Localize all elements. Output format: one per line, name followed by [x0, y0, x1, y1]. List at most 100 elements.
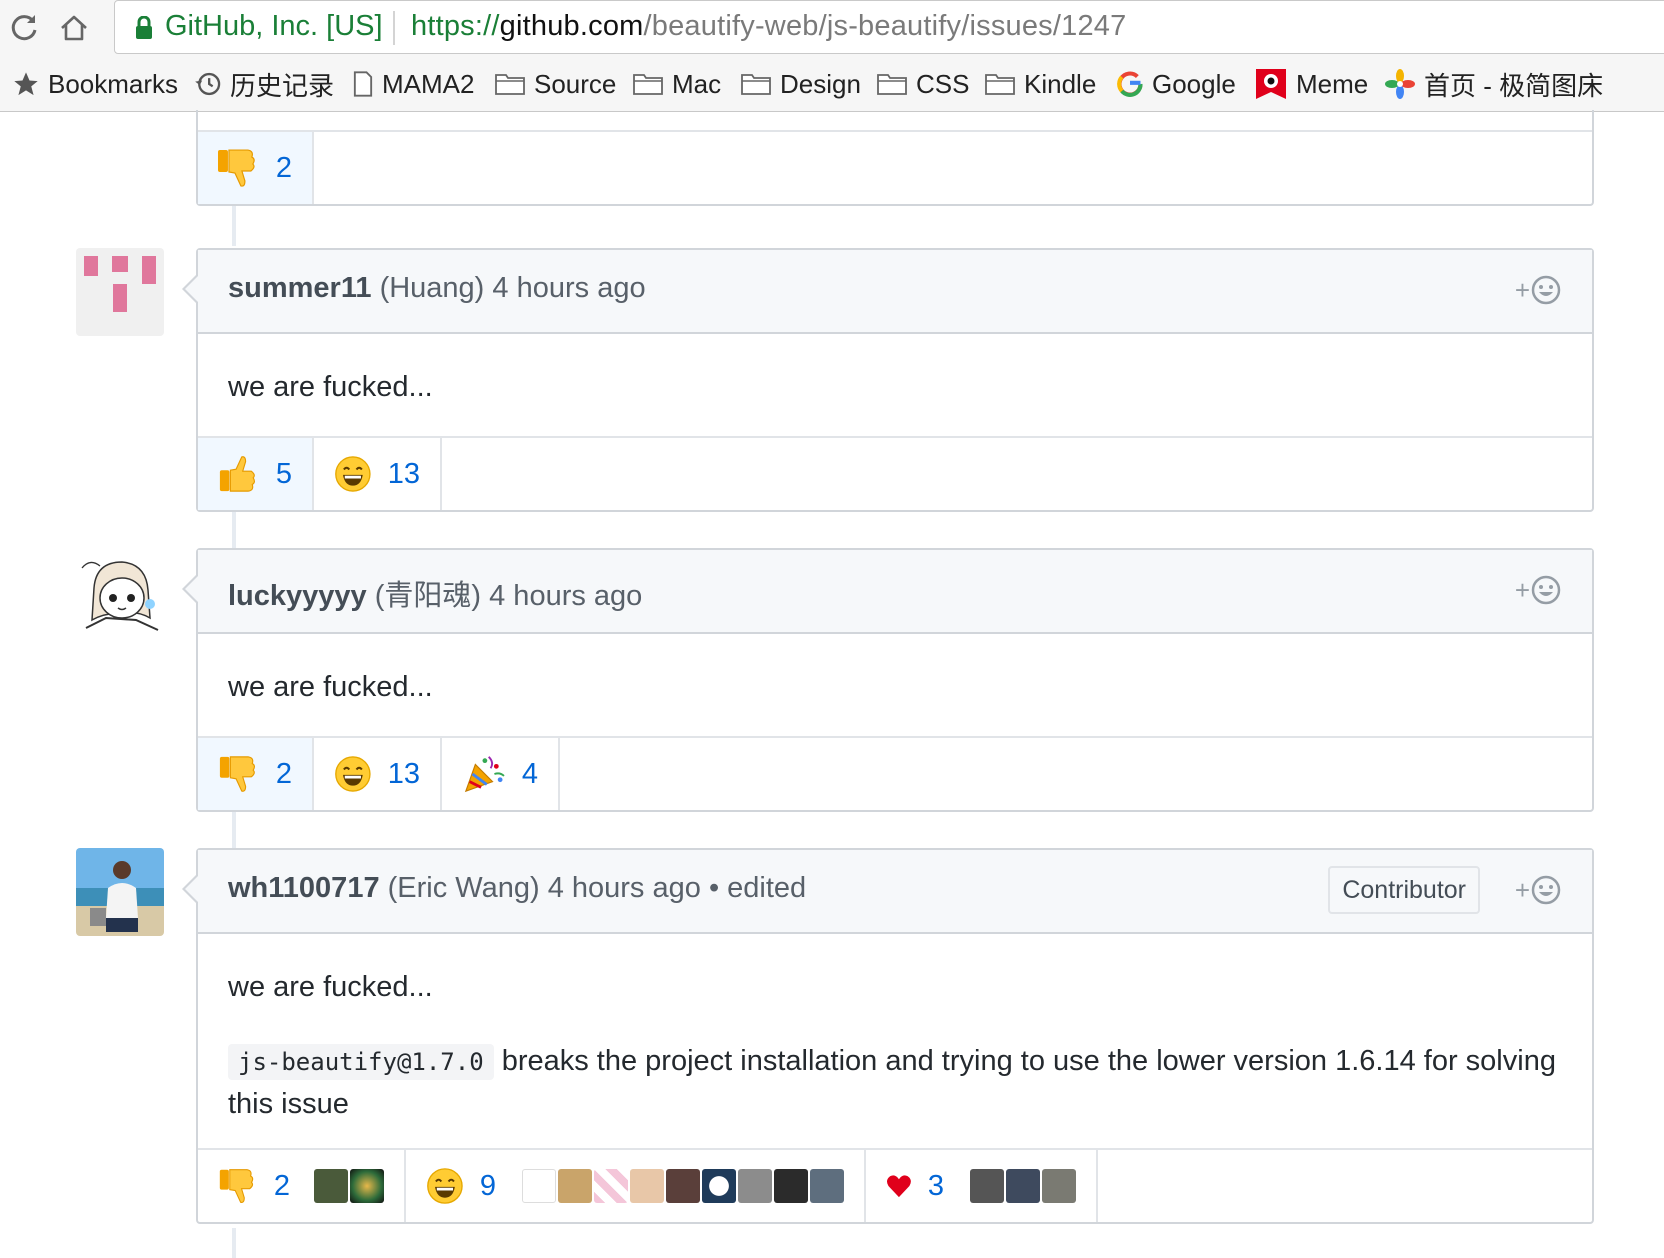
add-reaction-button[interactable]: + [1515, 574, 1562, 606]
bookmark-google[interactable]: Google [1116, 62, 1236, 106]
bookmark-design[interactable]: Design [740, 62, 861, 106]
photos-icon [1385, 69, 1415, 99]
reaction-thumbs-up[interactable]: 5 [198, 438, 314, 510]
folder-icon [495, 74, 525, 95]
author-login[interactable]: wh1100717 [228, 872, 380, 904]
bookmark-label: Meme [1296, 68, 1369, 99]
reactions-bar: 5 13 [198, 436, 1592, 510]
comment-time[interactable]: 4 hours ago [548, 872, 701, 904]
bookmark-bookmarks[interactable]: Bookmarks [12, 62, 178, 106]
add-reaction-button[interactable]: + [1515, 874, 1562, 906]
bookmarks-bar: Bookmarks 历史记录 MAMA2 Source Mac Design C… [0, 62, 1664, 106]
reactor-avatar[interactable] [738, 1169, 772, 1203]
reload-icon[interactable] [8, 12, 40, 44]
comment-time[interactable]: 4 hours ago [492, 272, 645, 304]
folder-icon [985, 74, 1015, 95]
reaction-thumbs-down[interactable]: 2 [198, 132, 314, 204]
bookmark-label: 首页 - 极简图床 [1424, 70, 1604, 101]
comment-header: summer11 (Huang) 4 hours ago + [182, 250, 1592, 334]
smile-emoji-icon [427, 1168, 463, 1204]
reaction-count: 13 [387, 457, 420, 490]
bookmark-meme[interactable]: Meme [1254, 62, 1368, 106]
bookmark-mama2[interactable]: MAMA2 [352, 62, 474, 106]
bookmark-label: Design [780, 68, 861, 99]
comment-header: wh1100717 (Eric Wang) 4 hours ago • edit… [182, 850, 1592, 934]
reactor-avatars [968, 1169, 1076, 1203]
reaction-thumbs-down[interactable]: 2 [198, 1150, 406, 1222]
add-reaction-button[interactable]: + [1515, 274, 1562, 306]
reaction-count: 2 [275, 757, 292, 790]
history-icon [195, 72, 221, 96]
reaction-count: 2 [273, 1169, 290, 1202]
reactor-avatar[interactable] [522, 1169, 556, 1203]
reaction-smile[interactable]: 13 [314, 738, 442, 810]
bookmark-label: 历史记录 [230, 70, 335, 101]
browser-chrome: GitHub, Inc. [US] https://github.com/bea… [0, 0, 1664, 112]
avatar[interactable] [76, 248, 164, 336]
bookmark-label: MAMA2 [382, 68, 475, 99]
address-separator [393, 11, 395, 45]
reactor-avatar[interactable] [970, 1169, 1004, 1203]
bookmark-source[interactable]: Source [494, 62, 616, 106]
reaction-count: 9 [479, 1169, 496, 1202]
tada-icon [464, 756, 505, 793]
reactor-avatar[interactable] [350, 1169, 384, 1203]
thumbs-down-icon [219, 1169, 254, 1203]
avatar[interactable] [76, 548, 164, 636]
reaction-heart[interactable]: 3 [866, 1150, 1098, 1222]
bookmark-label: Bookmarks [48, 68, 179, 99]
home-icon[interactable] [58, 12, 90, 44]
thumbs-down-icon [217, 149, 255, 187]
plus-glyph: + [1514, 574, 1530, 605]
comment-card: wh1100717 (Eric Wang) 4 hours ago • edit… [182, 848, 1594, 1224]
reactor-avatar[interactable] [1006, 1169, 1040, 1203]
bookmark-css[interactable]: CSS [876, 62, 969, 106]
address-bar[interactable]: GitHub, Inc. [US] https://github.com/bea… [114, 0, 1664, 54]
reaction-smile[interactable]: 9 [406, 1150, 866, 1222]
reactor-avatar[interactable] [630, 1169, 664, 1203]
google-icon [1117, 71, 1143, 97]
comment-time[interactable]: 4 hours ago [489, 580, 642, 612]
reactions-bar: 2 9 3 [198, 1148, 1592, 1222]
reactor-avatar[interactable] [594, 1169, 628, 1203]
thumbs-down-icon [219, 756, 255, 792]
anime-avatar [81, 561, 159, 631]
url-text[interactable]: https://github.com/beautify-web/js-beaut… [411, 10, 1126, 43]
reaction-smile[interactable]: 13 [314, 438, 442, 510]
url-scheme: https:// [411, 10, 500, 42]
site-identity[interactable]: GitHub, Inc. [US] [165, 10, 383, 43]
edited-indicator[interactable]: • edited [709, 872, 806, 904]
smile-emoji-icon [335, 756, 371, 792]
folder-icon [741, 74, 771, 95]
author-login[interactable]: summer11 [228, 272, 372, 304]
reactor-avatar[interactable] [810, 1169, 844, 1203]
folder-icon [633, 74, 663, 95]
comment-text: we are fucked... [228, 371, 433, 403]
smiley-icon [1531, 575, 1561, 605]
bookmark-history[interactable]: 历史记录 [194, 62, 334, 106]
reactor-avatar[interactable] [666, 1169, 700, 1203]
author-name: (青阳魂) [374, 580, 482, 612]
smile-emoji-icon [335, 456, 371, 492]
reactor-avatar[interactable] [774, 1169, 808, 1203]
reaction-thumbs-down[interactable]: 2 [198, 738, 314, 810]
bookmark-label: Mac [672, 68, 722, 99]
reactor-avatar[interactable] [314, 1169, 348, 1203]
reactor-avatar[interactable] [1042, 1169, 1076, 1203]
bookmark-tuchuang[interactable]: 首页 - 极简图床 [1384, 62, 1603, 106]
url-host: github.com [499, 10, 644, 42]
reaction-count: 2 [275, 151, 292, 184]
meme-icon [1256, 69, 1286, 99]
page-icon [353, 71, 373, 97]
reactor-avatar[interactable] [558, 1169, 592, 1203]
bookmark-label: Kindle [1024, 68, 1097, 99]
smiley-icon [1531, 875, 1561, 905]
avatar[interactable] [76, 848, 164, 936]
timeline-line [232, 1228, 236, 1258]
author-login[interactable]: luckyyyyy [228, 580, 367, 612]
reaction-tada[interactable]: 4 [442, 738, 560, 810]
bookmark-mac[interactable]: Mac [632, 62, 721, 106]
bookmark-kindle[interactable]: Kindle [984, 62, 1096, 106]
reactor-avatar[interactable] [702, 1169, 736, 1203]
reaction-count: 4 [521, 757, 538, 790]
